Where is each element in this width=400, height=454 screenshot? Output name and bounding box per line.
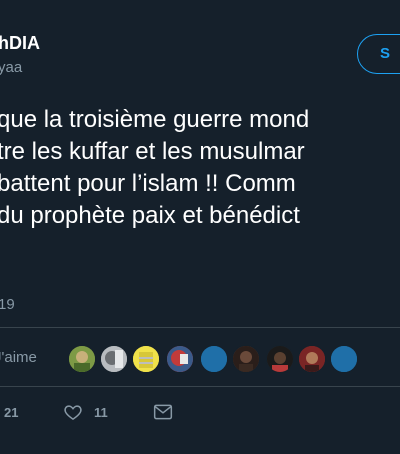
liker-avatar[interactable]: [68, 345, 96, 373]
avatar-default-icon: [331, 346, 357, 372]
avatar-dark-icon: [233, 346, 259, 372]
avatar-green-icon: [69, 346, 95, 372]
tweet-text-line: battent pour l’islam !! Comm: [0, 170, 296, 197]
tweet-text-line: que la troisième guerre mond: [0, 106, 310, 133]
tweet-text-line: tre les kuffar et les musulmar: [0, 138, 305, 165]
liker-avatar[interactable]: [200, 345, 228, 373]
liker-avatar[interactable]: [298, 345, 326, 373]
like-button[interactable]: 11: [63, 401, 108, 423]
like-count: 11: [94, 404, 108, 420]
retweet-count: 21: [4, 404, 19, 420]
divider: [0, 327, 400, 328]
share-button[interactable]: [153, 401, 173, 423]
liker-avatar[interactable]: [232, 345, 260, 373]
tweet-page: hDIA yaa S que la troisième guerre mond …: [0, 0, 400, 454]
avatar-red-dark-icon: [299, 346, 325, 372]
heart-icon: [64, 405, 82, 420]
avatar-default-icon: [201, 346, 227, 372]
mail-icon: [153, 404, 173, 420]
likes-label[interactable]: J'aime: [0, 349, 37, 366]
author-handle[interactable]: yaa: [0, 59, 22, 76]
liker-avatar[interactable]: [266, 345, 294, 373]
retweet-button[interactable]: 21: [4, 401, 18, 423]
liker-avatar[interactable]: [132, 345, 160, 373]
avatar-red-icon: [167, 346, 193, 372]
liker-avatar[interactable]: [100, 345, 128, 373]
liker-avatar[interactable]: [330, 345, 358, 373]
divider: [0, 386, 400, 387]
tweet-text-line: du prophète paix et bénédict: [0, 202, 300, 229]
author-display-name[interactable]: hDIA: [0, 33, 40, 54]
avatar-dark-icon: [267, 346, 293, 372]
tweet-timestamp[interactable]: 19: [0, 296, 15, 313]
liker-avatar[interactable]: [166, 345, 194, 373]
avatar-yellow-vest-icon: [133, 346, 159, 372]
tweet-text: que la troisième guerre mond tre les kuf…: [0, 104, 400, 232]
avatar-gray-icon: [101, 346, 127, 372]
follow-button[interactable]: S: [357, 34, 400, 74]
follow-button-label: S: [380, 45, 391, 62]
